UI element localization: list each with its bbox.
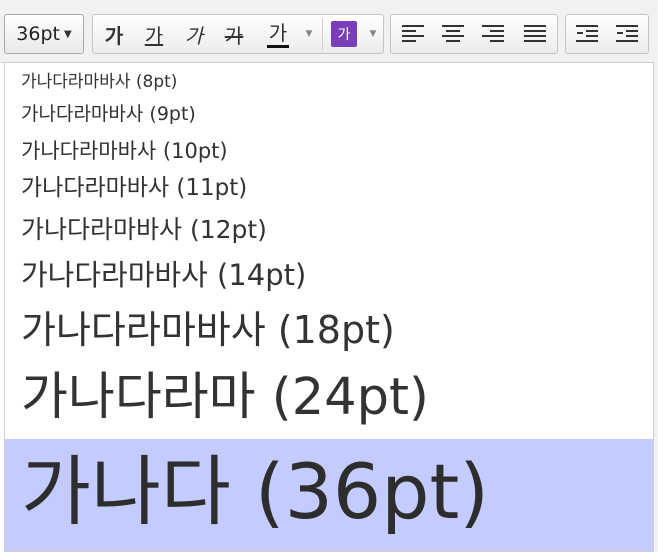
font-size-list: 가나다라마바사 (8pt) 가나다라마바사 (9pt) 가나다라마바사 (10p… — [4, 62, 654, 552]
indent-icon — [576, 24, 598, 44]
align-left-icon — [402, 24, 424, 44]
align-right-button[interactable] — [473, 14, 513, 54]
align-center-button[interactable] — [433, 14, 473, 54]
font-color-dropdown[interactable]: ▼ — [298, 14, 320, 54]
font-size-option-9pt[interactable]: 가나다라마바사 (9pt) — [5, 97, 653, 131]
align-right-icon — [482, 24, 504, 44]
font-color-button[interactable]: 가 — [258, 14, 298, 54]
chevron-down-icon: ▼ — [369, 29, 377, 39]
underline-button[interactable]: 가 — [136, 14, 172, 54]
background-color-icon: 가 — [331, 21, 357, 47]
chevron-down-icon: ▼ — [305, 29, 313, 39]
font-size-option-18pt[interactable]: 가나다라마바사 (18pt) — [5, 301, 653, 359]
bold-icon: 가 — [104, 23, 124, 48]
indent-button[interactable] — [567, 14, 607, 54]
align-left-button[interactable] — [393, 14, 433, 54]
strikethrough-button[interactable]: 가 — [216, 14, 252, 54]
outdent-icon — [616, 24, 638, 44]
font-size-option-14pt[interactable]: 가나다라마바사 (14pt) — [5, 251, 653, 299]
font-size-option-11pt[interactable]: 가나다라마바사 (11pt) — [5, 169, 653, 207]
italic-button[interactable]: 가 — [176, 14, 212, 54]
font-size-option-12pt[interactable]: 가나다라마바사 (12pt) — [5, 209, 653, 251]
font-size-option-8pt[interactable]: 가나다라마바사 (8pt) — [5, 67, 653, 97]
font-size-dropdown[interactable]: 36pt ▼ — [4, 14, 84, 54]
outdent-button[interactable] — [607, 14, 647, 54]
font-size-option-10pt[interactable]: 가나다라마바사 (10pt) — [5, 133, 653, 169]
italic-icon: 가 — [184, 23, 204, 48]
background-color-dropdown[interactable]: ▼ — [362, 14, 384, 54]
bold-button[interactable]: 가 — [96, 14, 132, 54]
align-justify-button[interactable] — [515, 14, 555, 54]
align-justify-icon — [524, 24, 546, 44]
font-size-value: 36pt — [16, 23, 60, 45]
toolbar-divider — [322, 18, 323, 50]
editor-toolbar: 36pt ▼ 가 가 가 가 가 ▼ 가 ▼ — [0, 0, 658, 63]
background-color-button[interactable]: 가 — [324, 14, 364, 54]
font-color-icon: 가 — [268, 20, 288, 45]
font-color-swatch — [267, 45, 289, 48]
font-size-option-36pt[interactable]: 가나다 (36pt) — [5, 439, 653, 551]
chevron-down-icon: ▼ — [63, 28, 72, 40]
align-center-icon — [442, 24, 464, 44]
font-size-option-24pt[interactable]: 가나다라마 (24pt) — [5, 359, 653, 437]
strikethrough-icon: 가 — [224, 23, 244, 48]
page-edge — [654, 62, 658, 552]
underline-icon: 가 — [144, 23, 164, 48]
